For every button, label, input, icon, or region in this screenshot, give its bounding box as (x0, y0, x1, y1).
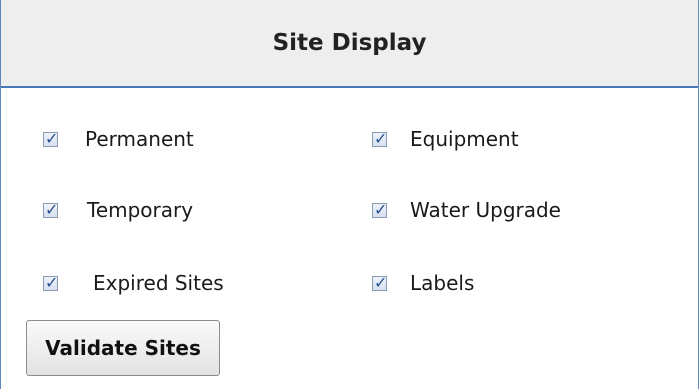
labels-label: Labels (410, 271, 475, 295)
validate-sites-label: Validate Sites (45, 336, 201, 360)
permanent-checkbox[interactable]: ✓ (43, 129, 58, 148)
checkmark-icon: ✓ (374, 272, 388, 292)
temporary-checkbox[interactable]: ✓ (43, 200, 58, 219)
site-display-panel: Site Display ✓ Permanent ✓ Equipment ✓ T… (0, 0, 699, 389)
checkmark-icon: ✓ (45, 272, 59, 292)
expired-sites-label: Expired Sites (93, 271, 224, 295)
option-labels[interactable]: ✓ Labels (372, 266, 474, 300)
labels-checkbox[interactable]: ✓ (372, 273, 387, 292)
option-water-upgrade[interactable]: ✓ Water Upgrade (372, 193, 561, 227)
option-permanent[interactable]: ✓ Permanent (43, 122, 194, 156)
water-upgrade-label: Water Upgrade (410, 198, 561, 222)
option-temporary[interactable]: ✓ Temporary (43, 193, 193, 227)
checkmark-icon: ✓ (374, 128, 388, 148)
expired-sites-checkbox[interactable]: ✓ (43, 273, 58, 292)
checkmark-icon: ✓ (374, 199, 388, 219)
temporary-label: Temporary (87, 198, 194, 222)
equipment-label: Equipment (410, 127, 519, 151)
option-expired-sites[interactable]: ✓ Expired Sites (43, 266, 224, 300)
checkmark-icon: ✓ (45, 199, 59, 219)
panel-title: Site Display (272, 30, 427, 56)
water-upgrade-checkbox[interactable]: ✓ (372, 200, 387, 219)
validate-sites-button[interactable]: Validate Sites (26, 320, 220, 376)
option-equipment[interactable]: ✓ Equipment (372, 122, 519, 156)
checkmark-icon: ✓ (45, 128, 59, 148)
permanent-label: Permanent (85, 127, 194, 151)
panel-header: Site Display (1, 0, 698, 88)
equipment-checkbox[interactable]: ✓ (372, 129, 387, 148)
